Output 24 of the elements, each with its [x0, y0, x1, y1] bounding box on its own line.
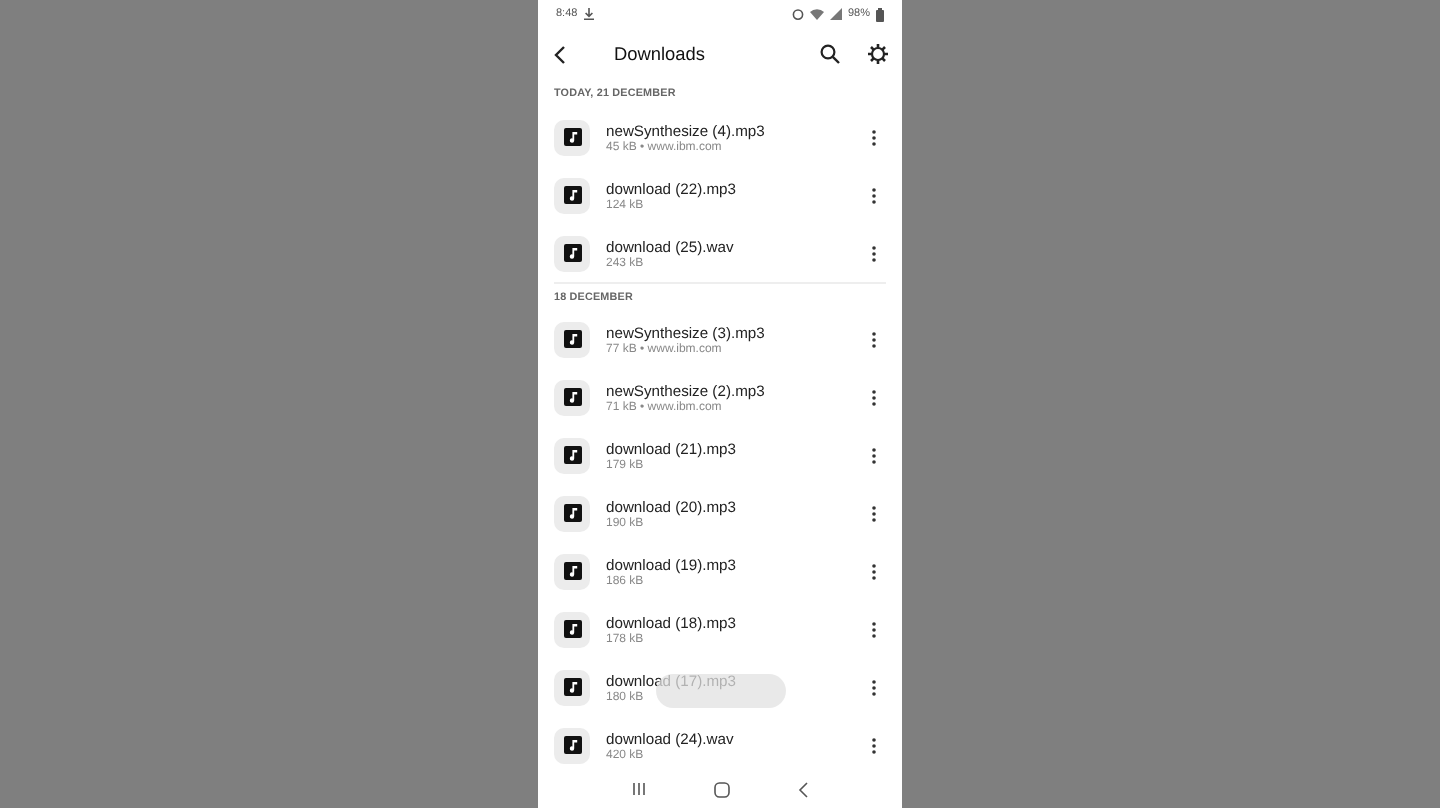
- music-file-icon: [563, 562, 581, 580]
- back-nav-icon[interactable]: [798, 781, 808, 797]
- music-file-icon: [563, 186, 581, 204]
- music-file-icon: [563, 128, 581, 146]
- recent-apps-icon[interactable]: [632, 782, 646, 796]
- screen-title: Downloads: [614, 44, 707, 64]
- music-file-icon: [563, 678, 581, 696]
- settings-button[interactable]: [868, 44, 888, 64]
- download-icon: [583, 8, 594, 20]
- home-icon[interactable]: [714, 781, 730, 797]
- music-file-icon: [563, 330, 581, 348]
- search-button[interactable]: [820, 44, 840, 64]
- music-file-icon: [563, 620, 581, 638]
- music-file-icon: [563, 388, 581, 406]
- music-file-icon: [563, 446, 581, 464]
- music-file-icon: [563, 504, 581, 522]
- settings-icon: [868, 44, 888, 64]
- battery-icon: [876, 7, 884, 21]
- signal-icon: [829, 8, 842, 20]
- music-file-icon: [563, 244, 581, 262]
- back-button[interactable]: [554, 45, 566, 63]
- music-file-icon: [563, 736, 581, 754]
- wifi-icon: [809, 8, 824, 20]
- search-icon: [820, 44, 840, 64]
